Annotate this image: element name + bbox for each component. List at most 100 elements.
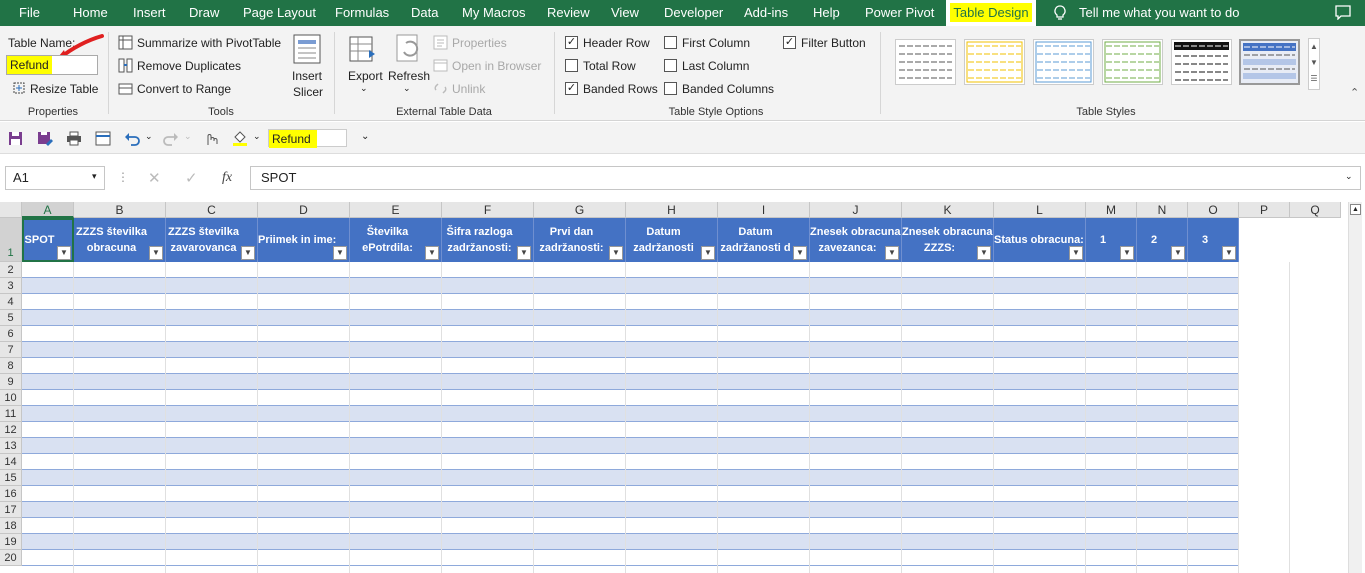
table-style-blue-selected[interactable] bbox=[1239, 39, 1300, 85]
row-header-14[interactable]: 14 bbox=[0, 454, 22, 470]
table-row[interactable] bbox=[22, 486, 1238, 502]
table-row[interactable] bbox=[22, 422, 1238, 438]
table-row[interactable] bbox=[22, 278, 1238, 294]
tab-power-pivot[interactable]: Power Pivot bbox=[865, 0, 934, 26]
row-header-12[interactable]: 12 bbox=[0, 422, 22, 438]
tab-formulas[interactable]: Formulas bbox=[335, 0, 389, 26]
row-header-4[interactable]: 4 bbox=[0, 294, 22, 310]
customize-qat-icon[interactable]: ⌄ bbox=[361, 131, 369, 142]
print-preview-icon[interactable] bbox=[95, 131, 111, 146]
name-box-dropdown-icon[interactable]: ▾ bbox=[92, 171, 97, 182]
row-header-13[interactable]: 13 bbox=[0, 438, 22, 454]
print-icon[interactable] bbox=[66, 131, 82, 146]
filter-dropdown-icon[interactable]: ▼ bbox=[701, 246, 715, 260]
column-header-f[interactable]: F bbox=[442, 202, 534, 218]
expand-formula-bar-icon[interactable]: ⌄ bbox=[1345, 171, 1353, 182]
formula-input[interactable]: SPOT bbox=[250, 166, 1361, 190]
tab-view[interactable]: View bbox=[611, 0, 639, 26]
table-row[interactable] bbox=[22, 342, 1238, 358]
touch-mode-icon[interactable] bbox=[203, 131, 219, 146]
table-styles-scroll[interactable]: ▲ ▼ ☰ bbox=[1308, 38, 1320, 90]
row-header-6[interactable]: 6 bbox=[0, 326, 22, 342]
select-all-corner[interactable] bbox=[0, 202, 22, 218]
row-header-16[interactable]: 16 bbox=[0, 486, 22, 502]
open-in-browser-button[interactable]: Open in Browser bbox=[452, 59, 541, 73]
table-header-cell[interactable]: Datum zadržanosti d ▼ bbox=[718, 218, 810, 262]
comments-icon[interactable] bbox=[1335, 5, 1351, 20]
tab-file[interactable]: File bbox=[19, 0, 40, 26]
undo-dropdown-icon[interactable]: ⌄ bbox=[145, 131, 153, 142]
row-header-17[interactable]: 17 bbox=[0, 502, 22, 518]
table-style-black[interactable] bbox=[1171, 39, 1232, 85]
row-header-19[interactable]: 19 bbox=[0, 534, 22, 550]
table-row[interactable] bbox=[22, 310, 1238, 326]
table-header-cell[interactable]: 3 ▼ bbox=[1188, 218, 1239, 262]
name-box[interactable]: A1 bbox=[5, 166, 105, 190]
row-header-10[interactable]: 10 bbox=[0, 390, 22, 406]
column-header-p[interactable]: P bbox=[1239, 202, 1290, 218]
table-style-none[interactable] bbox=[895, 39, 956, 85]
column-header-g[interactable]: G bbox=[534, 202, 626, 218]
table-row[interactable] bbox=[22, 454, 1238, 470]
column-header-c[interactable]: C bbox=[166, 202, 258, 218]
tab-help[interactable]: Help bbox=[813, 0, 840, 26]
table-row[interactable] bbox=[22, 294, 1238, 310]
undo-icon[interactable] bbox=[124, 131, 140, 146]
save-as-icon[interactable] bbox=[37, 131, 53, 146]
row-header-2[interactable]: 2 bbox=[0, 262, 22, 278]
total-row-checkbox[interactable] bbox=[565, 59, 578, 72]
summarize-pivottable-button[interactable]: Summarize with PivotTable bbox=[137, 36, 281, 50]
vertical-scrollbar[interactable]: ▲ bbox=[1348, 202, 1362, 573]
banded-columns-checkbox[interactable] bbox=[664, 82, 677, 95]
table-header-cell[interactable]: Znesek obracuna ZZZS: ▼ bbox=[902, 218, 994, 262]
insert-function-icon[interactable]: fx bbox=[222, 170, 232, 186]
table-style-gold[interactable] bbox=[964, 39, 1025, 85]
table-row[interactable] bbox=[22, 390, 1238, 406]
save-icon[interactable] bbox=[8, 131, 23, 146]
first-column-checkbox[interactable] bbox=[664, 36, 677, 49]
table-header-cell[interactable]: ZZZS številka obracuna ▼ bbox=[74, 218, 166, 262]
tell-me-box[interactable]: Tell me what you want to do bbox=[1079, 0, 1239, 26]
row-header-18[interactable]: 18 bbox=[0, 518, 22, 534]
column-header-l[interactable]: L bbox=[994, 202, 1086, 218]
row-header-15[interactable]: 15 bbox=[0, 470, 22, 486]
table-row[interactable] bbox=[22, 438, 1238, 454]
table-row[interactable] bbox=[22, 502, 1238, 518]
filter-dropdown-icon[interactable]: ▼ bbox=[1171, 246, 1185, 260]
header-row-checkbox[interactable]: ✓ bbox=[565, 36, 578, 49]
column-header-b[interactable]: B bbox=[74, 202, 166, 218]
filter-dropdown-icon[interactable]: ▼ bbox=[241, 246, 255, 260]
banded-rows-checkbox[interactable]: ✓ bbox=[565, 82, 578, 95]
column-header-e[interactable]: E bbox=[350, 202, 442, 218]
fill-color-icon[interactable] bbox=[232, 129, 248, 146]
remove-duplicates-button[interactable]: Remove Duplicates bbox=[137, 59, 241, 73]
filter-dropdown-icon[interactable]: ▼ bbox=[885, 246, 899, 260]
tab-page-layout[interactable]: Page Layout bbox=[243, 0, 316, 26]
row-header-3[interactable]: 3 bbox=[0, 278, 22, 294]
convert-to-range-button[interactable]: Convert to Range bbox=[137, 82, 231, 96]
resize-table-button[interactable]: Resize Table bbox=[30, 82, 98, 96]
table-name-input[interactable]: Refund bbox=[6, 55, 98, 75]
export-dropdown-icon[interactable]: ⌄ bbox=[360, 83, 368, 94]
table-header-cell[interactable]: Prvi dan zadržanosti: ▼ bbox=[534, 218, 626, 262]
collapse-ribbon-icon[interactable]: ⌃ bbox=[1350, 86, 1359, 99]
table-row[interactable] bbox=[22, 518, 1238, 534]
row-header-5[interactable]: 5 bbox=[0, 310, 22, 326]
tab-my-macros[interactable]: My Macros bbox=[462, 0, 526, 26]
table-row[interactable] bbox=[22, 550, 1238, 566]
filter-dropdown-icon[interactable]: ▼ bbox=[1069, 246, 1083, 260]
unlink-button[interactable]: Unlink bbox=[452, 82, 485, 96]
row-header-9[interactable]: 9 bbox=[0, 374, 22, 390]
column-header-q[interactable]: Q bbox=[1290, 202, 1341, 218]
column-header-m[interactable]: M bbox=[1086, 202, 1137, 218]
enter-icon[interactable]: ✓ bbox=[185, 169, 198, 187]
table-header-cell[interactable]: Znesek obracuna zavezanca: ▼ bbox=[810, 218, 902, 262]
filter-dropdown-icon[interactable]: ▼ bbox=[793, 246, 807, 260]
tab-data[interactable]: Data bbox=[411, 0, 438, 26]
table-style-blue[interactable] bbox=[1033, 39, 1094, 85]
row-header-11[interactable]: 11 bbox=[0, 406, 22, 422]
tab-table-design[interactable]: Table Design bbox=[946, 0, 1036, 26]
refresh-button[interactable]: Refresh bbox=[388, 69, 430, 83]
column-header-a[interactable]: A bbox=[22, 202, 74, 218]
row-header-7[interactable]: 7 bbox=[0, 342, 22, 358]
